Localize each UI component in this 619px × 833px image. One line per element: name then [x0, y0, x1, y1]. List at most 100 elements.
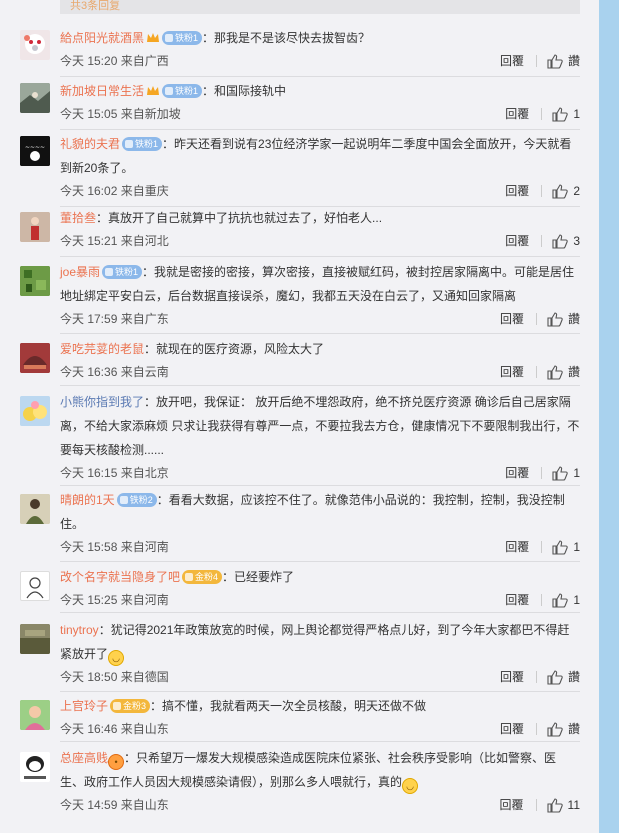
user-avatar[interactable]	[20, 752, 50, 782]
reply-button[interactable]: 回覆	[500, 794, 524, 816]
comment-meta: 今天 15:25 来自河南	[60, 593, 169, 607]
user-avatar[interactable]	[20, 571, 50, 601]
thumbs-up-icon	[552, 465, 569, 481]
comment-meta: 今天 15:20 来自广西	[60, 54, 169, 68]
user-avatar[interactable]	[20, 266, 50, 296]
thumbs-up-icon	[547, 311, 563, 327]
like-button[interactable]: 1	[552, 103, 580, 125]
comment-username[interactable]: 总座高贱	[60, 751, 108, 765]
fan-badge[interactable]: 金粉3	[110, 699, 151, 713]
user-avatar[interactable]	[20, 83, 50, 113]
comment-text: 搞不懂，我就看两天一次全员核酸，明天还做不做	[162, 699, 427, 713]
like-button[interactable]: 3	[552, 230, 580, 252]
comment-text: 就现在的医疗资源，风险太大了	[156, 342, 325, 356]
reply-button[interactable]: 回覆	[500, 361, 524, 383]
comment-meta: 今天 16:02 来自重庆	[60, 184, 169, 198]
thumbs-up-icon	[552, 592, 569, 608]
comment-divider	[60, 485, 580, 486]
comment-divider	[60, 256, 580, 257]
user-avatar[interactable]	[20, 624, 50, 654]
page-side-background	[599, 0, 619, 833]
comment-username[interactable]: 晴朗的1天	[60, 493, 115, 507]
comment-username[interactable]: 董拾叁	[60, 211, 96, 225]
thumbs-up-icon	[547, 721, 563, 737]
user-avatar[interactable]	[20, 494, 50, 524]
user-avatar[interactable]	[20, 396, 50, 426]
comment-divider	[60, 691, 580, 692]
like-button[interactable]: 1	[552, 589, 580, 611]
reply-preview-box[interactable]: 共3条回复	[60, 0, 580, 14]
comment-meta: 今天 16:36 来自云南	[60, 365, 169, 379]
comment-username[interactable]: joe暴雨	[60, 265, 100, 279]
fan-badge[interactable]: 铁粉2	[116, 493, 157, 507]
action-divider	[535, 55, 537, 67]
smiling-emoji-icon: ◡	[402, 778, 419, 794]
comment-username[interactable]: 爱吃芫荽的老鼠	[60, 342, 144, 356]
like-count: 1	[573, 466, 580, 480]
reply-button[interactable]: 回覆	[505, 589, 529, 611]
comment-divider	[60, 612, 580, 613]
reply-button[interactable]: 回覆	[505, 180, 529, 202]
like-button[interactable]: 1	[552, 536, 580, 558]
reply-button[interactable]: 回覆	[505, 536, 529, 558]
comment-username[interactable]: tinytroy	[60, 623, 99, 637]
comment-meta: 今天 15:05 来自新加坡	[60, 107, 181, 121]
like-count: 11	[567, 798, 580, 812]
action-divider	[535, 799, 537, 811]
thumbs-up-icon	[547, 53, 563, 69]
reply-button[interactable]: 回覆	[500, 50, 524, 72]
comment-text: 犹记得2021年政策放宽的时候，网上舆论都觉得严格点儿好，到了今年大家都巴不得赶…	[60, 623, 570, 661]
diamond-icon	[105, 268, 114, 276]
fan-badge[interactable]: 铁粉1	[162, 84, 203, 98]
like-count: 1	[573, 593, 580, 607]
comment-divider	[60, 385, 580, 386]
comment-username[interactable]: 改个名字就当隐身了吧	[60, 570, 180, 584]
comment-text: 已经要炸了	[234, 570, 295, 584]
comment-meta: 今天 17:59 来自广东	[60, 312, 169, 326]
comment-divider	[60, 333, 580, 334]
comment-meta: 今天 14:59 来自山东	[60, 798, 169, 812]
comment-text: 和国际接轨中	[214, 84, 287, 98]
like-count: 1	[573, 540, 580, 554]
user-avatar[interactable]	[20, 30, 50, 60]
comment-text: 真放开了自己就算中了抗抗也就过去了，好怕老人...	[108, 211, 383, 225]
fan-badge[interactable]: 铁粉1	[122, 137, 163, 151]
user-avatar[interactable]: ~~~~	[20, 136, 50, 166]
user-avatar[interactable]	[20, 343, 50, 373]
diamond-icon	[125, 140, 134, 148]
fire-emoji-icon: •	[108, 754, 125, 770]
comment-divider	[60, 741, 580, 742]
action-divider	[541, 541, 543, 553]
comment-username[interactable]: 新加坡日常生活	[60, 84, 144, 98]
comment-username[interactable]: 小熊你指到我了	[60, 395, 144, 409]
reply-button[interactable]: 回覆	[500, 308, 524, 330]
comment-meta: 今天 15:58 来自河南	[60, 540, 169, 554]
fan-badge[interactable]: 铁粉1	[162, 31, 203, 45]
reply-button[interactable]: 回覆	[500, 718, 524, 740]
user-avatar[interactable]	[20, 212, 50, 242]
reply-button[interactable]: 回覆	[505, 103, 529, 125]
like-button[interactable]: 讚	[547, 308, 580, 330]
comment-username[interactable]: 上官玲子	[60, 699, 108, 713]
like-button[interactable]: 讚	[547, 50, 580, 72]
comment-username[interactable]: 給点阳光就酒黑	[60, 31, 144, 45]
user-avatar[interactable]	[20, 700, 50, 730]
action-divider	[541, 594, 543, 606]
comment-meta: 今天 16:15 来自北京	[60, 466, 169, 480]
comment-meta: 今天 16:46 来自山东	[60, 722, 169, 736]
like-button[interactable]: 讚	[547, 666, 580, 688]
like-label: 讚	[567, 365, 580, 379]
reply-button[interactable]: 回覆	[505, 462, 529, 484]
reply-button[interactable]: 回覆	[500, 666, 524, 688]
reply-button[interactable]: 回覆	[505, 230, 529, 252]
comment-username[interactable]: 礼貌的夫君	[60, 137, 120, 151]
like-count: 1	[573, 107, 580, 121]
like-button[interactable]: 讚	[547, 718, 580, 740]
fan-badge[interactable]: 金粉4	[182, 570, 223, 584]
like-button[interactable]: 1	[552, 462, 580, 484]
fan-badge[interactable]: 铁粉1	[102, 265, 143, 279]
like-button[interactable]: 2	[552, 180, 580, 202]
like-button[interactable]: 讚	[547, 361, 580, 383]
like-button[interactable]: 11	[546, 794, 580, 816]
action-divider	[535, 313, 537, 325]
